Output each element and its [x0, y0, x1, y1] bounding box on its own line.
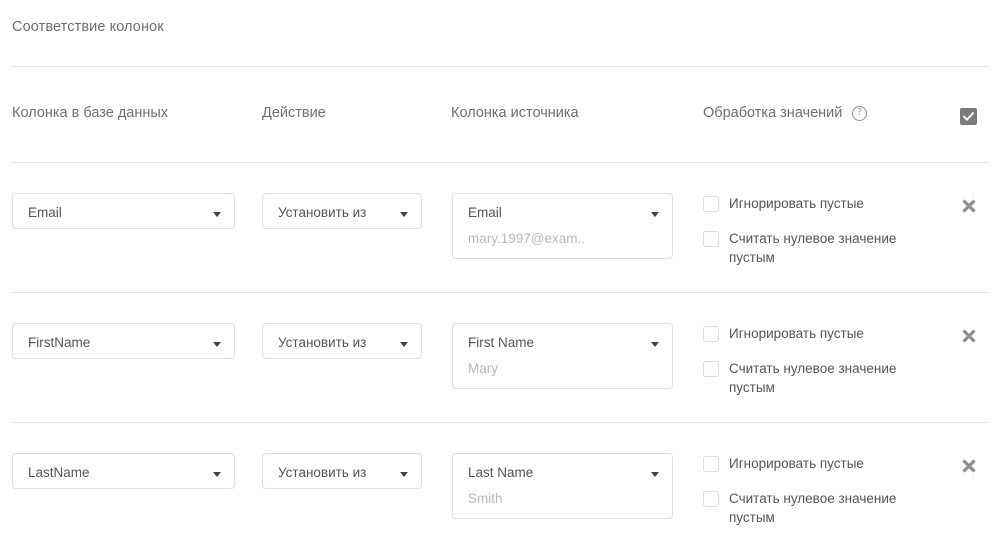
source-column-select[interactable]: Last Name Smith: [452, 453, 673, 519]
value-processing-options: Игнорировать пустые Считать нулевое знач…: [703, 193, 918, 267]
table-row: FirstName Установить из First Name Mary …: [0, 323, 1000, 453]
option-ignore-empty[interactable]: Игнорировать пустые: [703, 195, 918, 217]
action-select[interactable]: Установить из: [262, 453, 422, 489]
ignore-empty-label: Игнорировать пустые: [729, 326, 864, 341]
db-column-value: LastName: [28, 465, 90, 480]
option-treat-zero-as-empty[interactable]: Считать нулевое значение пустым: [703, 360, 918, 397]
option-ignore-empty[interactable]: Игнорировать пустые: [703, 325, 918, 347]
column-header-source-column: Колонка источника: [451, 105, 579, 121]
treat-zero-as-empty-label: Считать нулевое значение пустым: [729, 231, 897, 265]
source-column-value: First Name: [468, 335, 535, 350]
source-sample-value: mary.1997@exam..: [468, 231, 585, 246]
action-select[interactable]: Установить из: [262, 193, 422, 229]
db-column-value: Email: [28, 205, 62, 220]
divider-top: [12, 66, 988, 67]
close-x-icon: [962, 199, 976, 213]
checkmark-icon: [962, 111, 975, 121]
delete-row-button[interactable]: [959, 196, 979, 216]
ignore-empty-checkbox[interactable]: [703, 456, 719, 472]
column-mapping-panel: Соответствие колонок Колонка в базе данн…: [0, 0, 1000, 554]
option-ignore-empty[interactable]: Игнорировать пустые: [703, 455, 918, 477]
column-header-db-column: Колонка в базе данных: [12, 105, 169, 121]
option-treat-zero-as-empty[interactable]: Считать нулевое значение пустым: [703, 230, 918, 267]
chevron-down-icon: [213, 342, 221, 347]
chevron-down-icon: [651, 342, 659, 347]
ignore-empty-checkbox[interactable]: [703, 196, 719, 212]
action-value: Установить из: [278, 335, 367, 350]
close-x-icon: [962, 459, 976, 473]
panel-title: Соответствие колонок: [12, 19, 164, 35]
close-x-icon: [962, 329, 976, 343]
chevron-down-icon: [400, 342, 408, 347]
action-value: Установить из: [278, 205, 367, 220]
delete-row-button[interactable]: [959, 326, 979, 346]
source-column-select[interactable]: First Name Mary: [452, 323, 673, 389]
db-column-select[interactable]: Email: [12, 193, 235, 229]
ignore-empty-label: Игнорировать пустые: [729, 196, 864, 211]
value-processing-options: Игнорировать пустые Считать нулевое знач…: [703, 453, 918, 527]
select-all-checkbox[interactable]: [960, 108, 977, 125]
action-value: Установить из: [278, 465, 367, 480]
treat-zero-as-empty-checkbox[interactable]: [703, 231, 719, 247]
table-row: Email Установить из Email mary.1997@exam…: [0, 193, 1000, 323]
value-processing-options: Игнорировать пустые Считать нулевое знач…: [703, 323, 918, 397]
delete-row-button[interactable]: [959, 456, 979, 476]
treat-zero-as-empty-label: Считать нулевое значение пустым: [729, 491, 897, 525]
chevron-down-icon: [651, 212, 659, 217]
ignore-empty-label: Игнорировать пустые: [729, 456, 864, 471]
source-column-value: Last Name: [468, 465, 534, 480]
table-row: LastName Установить из Last Name Smith И…: [0, 453, 1000, 554]
chevron-down-icon: [213, 472, 221, 477]
treat-zero-as-empty-label: Считать нулевое значение пустым: [729, 361, 897, 395]
source-sample-value: Smith: [468, 491, 503, 506]
action-select[interactable]: Установить из: [262, 323, 422, 359]
ignore-empty-checkbox[interactable]: [703, 326, 719, 342]
divider-header: [12, 162, 988, 163]
help-circle-icon[interactable]: ?: [852, 106, 867, 121]
treat-zero-as-empty-checkbox[interactable]: [703, 491, 719, 507]
chevron-down-icon: [213, 212, 221, 217]
option-treat-zero-as-empty[interactable]: Считать нулевое значение пустым: [703, 490, 918, 527]
source-column-value: Email: [468, 205, 502, 220]
chevron-down-icon: [400, 212, 408, 217]
db-column-value: FirstName: [28, 335, 91, 350]
column-header-value-processing: Обработка значений: [703, 105, 843, 121]
source-column-select[interactable]: Email mary.1997@exam..: [452, 193, 673, 259]
db-column-select[interactable]: FirstName: [12, 323, 235, 359]
chevron-down-icon: [400, 472, 408, 477]
source-sample-value: Mary: [468, 361, 498, 376]
db-column-select[interactable]: LastName: [12, 453, 235, 489]
treat-zero-as-empty-checkbox[interactable]: [703, 361, 719, 377]
chevron-down-icon: [651, 472, 659, 477]
column-header-action: Действие: [262, 105, 326, 121]
